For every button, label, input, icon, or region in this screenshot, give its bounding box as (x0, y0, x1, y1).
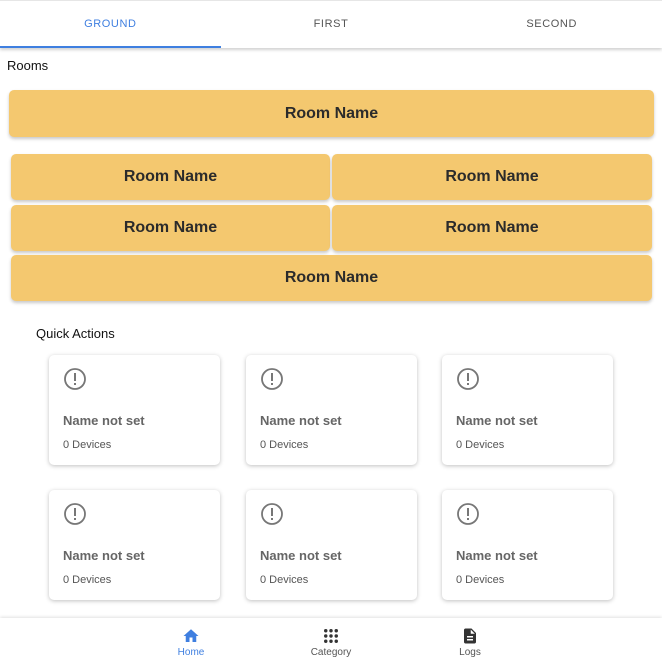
alert-circle-icon (457, 503, 479, 525)
quick-action-name: Name not set (63, 413, 145, 428)
nav-category[interactable]: Category (291, 618, 371, 666)
quick-action-card[interactable]: Name not set 0 Devices (49, 355, 220, 465)
document-icon (464, 628, 476, 644)
home-icon (183, 629, 199, 642)
device-count: 0 Devices (260, 439, 309, 451)
bottom-navigation: Home Category Logs (0, 618, 662, 666)
room-button[interactable]: Room Name (11, 154, 330, 200)
quick-action-card[interactable]: Name not set 0 Devices (442, 490, 613, 600)
alert-circle-icon (457, 368, 479, 390)
tab-first[interactable]: FIRST (221, 1, 442, 47)
tab-second[interactable]: SECOND (441, 1, 662, 47)
quick-action-card[interactable]: Name not set 0 Devices (246, 490, 417, 600)
device-count: 0 Devices (456, 574, 505, 586)
quick-action-name: Name not set (456, 548, 538, 563)
nav-home[interactable]: Home (151, 618, 231, 666)
quick-action-card[interactable]: Name not set 0 Devices (246, 355, 417, 465)
room-button[interactable]: Room Name (11, 255, 652, 301)
quick-action-card[interactable]: Name not set 0 Devices (442, 355, 613, 465)
nav-logs[interactable]: Logs (430, 618, 510, 666)
tab-ground[interactable]: GROUND (0, 1, 221, 48)
device-count: 0 Devices (456, 439, 505, 451)
device-count: 0 Devices (63, 574, 112, 586)
alert-circle-icon (261, 503, 283, 525)
nav-home-label: Home (177, 647, 205, 658)
quick-action-name: Name not set (260, 413, 342, 428)
nav-logs-label: Logs (459, 647, 481, 658)
alert-circle-icon (261, 368, 283, 390)
room-button[interactable]: Room Name (9, 90, 654, 137)
alert-circle-icon (64, 368, 86, 390)
grid-icon (324, 629, 338, 643)
quick-action-name: Name not set (456, 413, 538, 428)
quick-action-name: Name not set (63, 548, 145, 563)
floor-tab-bar: GROUND FIRST SECOND (0, 0, 662, 48)
device-count: 0 Devices (260, 574, 309, 586)
room-button[interactable]: Room Name (11, 205, 330, 251)
quick-actions-heading: Quick Actions (36, 326, 115, 341)
room-button[interactable]: Room Name (332, 154, 652, 200)
quick-action-card[interactable]: Name not set 0 Devices (49, 490, 220, 600)
quick-action-name: Name not set (260, 548, 342, 563)
device-count: 0 Devices (63, 439, 112, 451)
alert-circle-icon (64, 503, 86, 525)
rooms-heading: Rooms (7, 58, 49, 73)
nav-category-label: Category (310, 647, 352, 658)
room-button[interactable]: Room Name (332, 205, 652, 251)
